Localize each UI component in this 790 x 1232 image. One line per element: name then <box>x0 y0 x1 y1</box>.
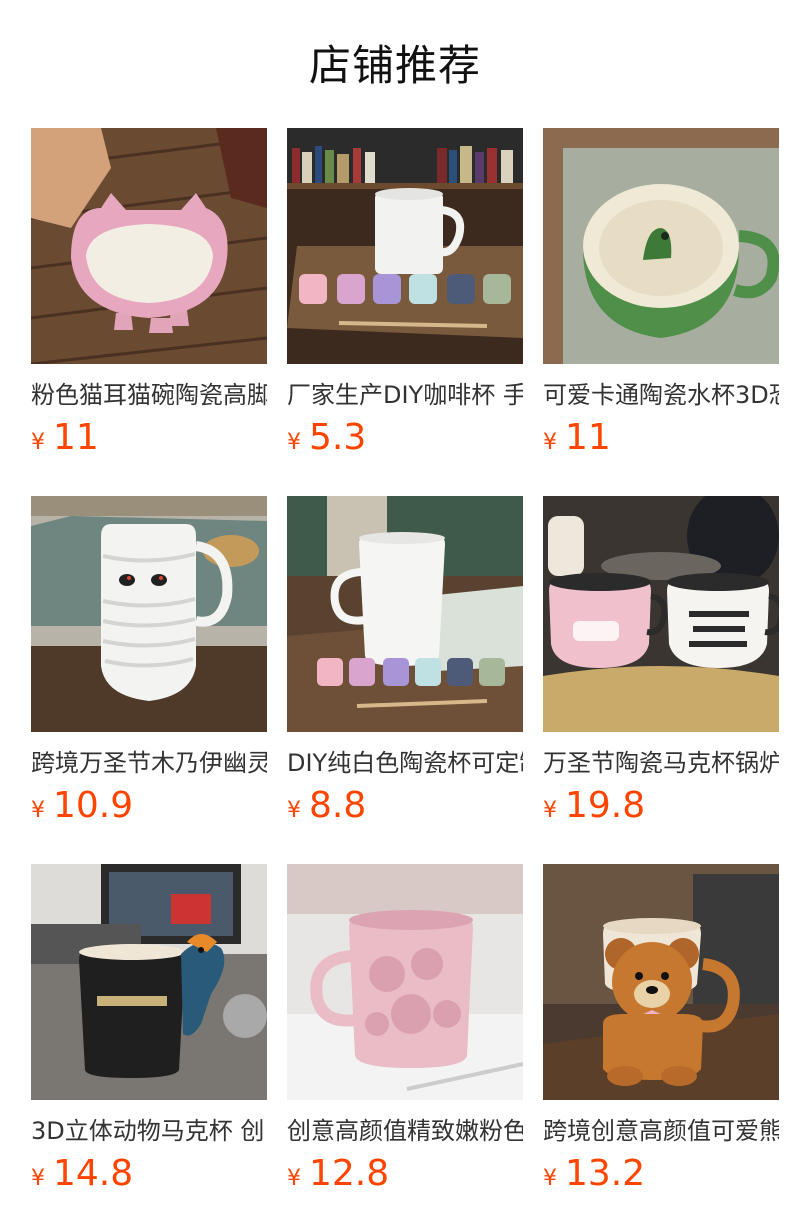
diy-white-mug-icon <box>287 128 523 364</box>
diy-white-cup-icon <box>287 496 523 732</box>
price-amount: 14.8 <box>53 1153 134 1194</box>
section-title: 店铺推荐 <box>308 41 481 90</box>
currency-symbol: ¥ <box>543 430 557 455</box>
product-price: ¥10.9 <box>31 784 267 828</box>
product-price: ¥19.8 <box>543 784 779 828</box>
product-card[interactable]: DIY纯白色陶瓷杯可定制 ¥8.8 <box>287 496 523 864</box>
product-name[interactable]: 万圣节陶瓷马克杯锅炉 <box>543 746 779 780</box>
product-card[interactable]: 3D立体动物马克杯 创 ¥14.8 <box>31 864 267 1232</box>
product-image[interactable] <box>31 864 267 1100</box>
product-card[interactable]: 可爱卡通陶瓷水杯3D恐 ¥11 <box>543 128 779 496</box>
price-amount: 13.2 <box>565 1153 646 1194</box>
price-amount: 11 <box>565 417 611 458</box>
product-name[interactable]: 可爱卡通陶瓷水杯3D恐 <box>543 378 779 412</box>
product-name[interactable]: 跨境创意高颜值可爱熊 <box>543 1114 779 1148</box>
product-image[interactable] <box>543 496 779 732</box>
currency-symbol: ¥ <box>543 798 557 823</box>
price-amount: 11 <box>53 417 99 458</box>
product-name[interactable]: 粉色猫耳猫碗陶瓷高脚 <box>31 378 267 412</box>
product-card[interactable]: 万圣节陶瓷马克杯锅炉 ¥19.8 <box>543 496 779 864</box>
mummy-mug-icon <box>31 496 267 732</box>
currency-symbol: ¥ <box>287 430 301 455</box>
product-image[interactable] <box>31 128 267 364</box>
product-image[interactable] <box>287 128 523 364</box>
product-card[interactable]: 跨境创意高颜值可爱熊 ¥13.2 <box>543 864 779 1232</box>
product-name[interactable]: DIY纯白色陶瓷杯可定制 <box>287 746 523 780</box>
product-card[interactable]: 粉色猫耳猫碗陶瓷高脚 ¥11 <box>31 128 267 496</box>
price-amount: 5.3 <box>309 417 367 458</box>
price-amount: 12.8 <box>309 1153 390 1194</box>
currency-symbol: ¥ <box>287 1166 301 1191</box>
product-image[interactable] <box>287 864 523 1100</box>
product-image[interactable] <box>543 128 779 364</box>
product-price: ¥11 <box>31 416 267 460</box>
toucan-mug-icon <box>31 864 267 1100</box>
product-price: ¥11 <box>543 416 779 460</box>
product-name[interactable]: 创意高颜值精致嫩粉色 <box>287 1114 523 1148</box>
pink-floral-mug-icon <box>287 864 523 1100</box>
product-card[interactable]: 创意高颜值精致嫩粉色 ¥12.8 <box>287 864 523 1232</box>
product-grid: 粉色猫耳猫碗陶瓷高脚 ¥11 厂家生产DIY咖啡杯 手 ¥ 5.3 可爱卡通陶瓷… <box>31 128 790 1232</box>
pink-cat-bowl-icon <box>31 128 267 364</box>
green-dino-mug-icon <box>543 128 779 364</box>
product-card[interactable]: 厂家生产DIY咖啡杯 手 ¥5.3 <box>287 128 523 496</box>
currency-symbol: ¥ <box>287 798 301 823</box>
product-image[interactable] <box>287 496 523 732</box>
price-amount: 8.8 <box>309 785 367 826</box>
product-card[interactable]: 跨境万圣节木乃伊幽灵 ¥10.9 <box>31 496 267 864</box>
product-price: ¥12.8 <box>287 1152 523 1196</box>
product-price: ¥5.3 <box>287 416 523 460</box>
product-name[interactable]: 3D立体动物马克杯 创 <box>31 1114 267 1148</box>
product-image[interactable] <box>31 496 267 732</box>
currency-symbol: ¥ <box>31 430 45 455</box>
halloween-mugs-icon <box>543 496 779 732</box>
product-price: ¥13.2 <box>543 1152 779 1196</box>
product-price: ¥8.8 <box>287 784 523 828</box>
currency-symbol: ¥ <box>31 1166 45 1191</box>
product-price: ¥14.8 <box>31 1152 267 1196</box>
price-amount: 10.9 <box>53 785 134 826</box>
currency-symbol: ¥ <box>31 798 45 823</box>
price-amount: 19.8 <box>565 785 646 826</box>
product-name[interactable]: 厂家生产DIY咖啡杯 手 <box>287 378 523 412</box>
product-name[interactable]: 跨境万圣节木乃伊幽灵 <box>31 746 267 780</box>
product-image[interactable] <box>543 864 779 1100</box>
teddy-bear-mug-icon <box>543 864 779 1100</box>
currency-symbol: ¥ <box>543 1166 557 1191</box>
